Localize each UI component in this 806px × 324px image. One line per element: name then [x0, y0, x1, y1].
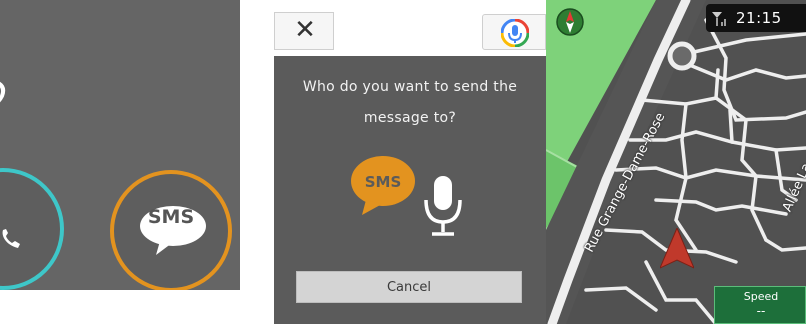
dialog-sms-label: SMS	[364, 173, 402, 191]
dialog-prompt-line-1: Who do you want to send the	[302, 79, 518, 95]
microphone-icon	[422, 174, 464, 242]
cancel-button[interactable]: Cancel	[296, 271, 522, 303]
map-canvas[interactable]	[546, 0, 806, 324]
speed-value: --	[756, 304, 766, 318]
send-message-dialog: ✕ Who do you want to send the message to…	[274, 0, 546, 324]
speed-indicator: Speed --	[714, 286, 806, 324]
voice-assistant-icon	[501, 19, 529, 47]
phone-icon	[0, 80, 10, 110]
screenshot-collage: SMS ✕ Who do you want to send the messag…	[0, 0, 806, 324]
contact-actions-panel: SMS	[0, 0, 240, 290]
navigation-map[interactable]: 21:15 Rue Grange-Dame-Rose Allée La Spee…	[546, 0, 806, 324]
speed-label: Speed	[743, 290, 779, 303]
phone-icon	[0, 228, 22, 254]
sms-button[interactable]: SMS	[110, 170, 232, 290]
voice-assistant-button[interactable]	[482, 14, 546, 50]
status-bar: 21:15	[706, 4, 806, 32]
close-button[interactable]: ✕	[274, 12, 334, 50]
signal-icon	[712, 11, 728, 30]
sms-label: SMS	[147, 206, 195, 228]
position-arrow-icon	[659, 226, 695, 274]
close-icon: ✕	[294, 15, 316, 45]
call-button[interactable]	[0, 168, 64, 290]
dialog-prompt-line-2: message to?	[363, 110, 457, 126]
clock-time: 21:15	[736, 9, 782, 27]
dialog-top-bar: ✕	[274, 0, 546, 56]
compass-icon[interactable]	[556, 8, 584, 40]
